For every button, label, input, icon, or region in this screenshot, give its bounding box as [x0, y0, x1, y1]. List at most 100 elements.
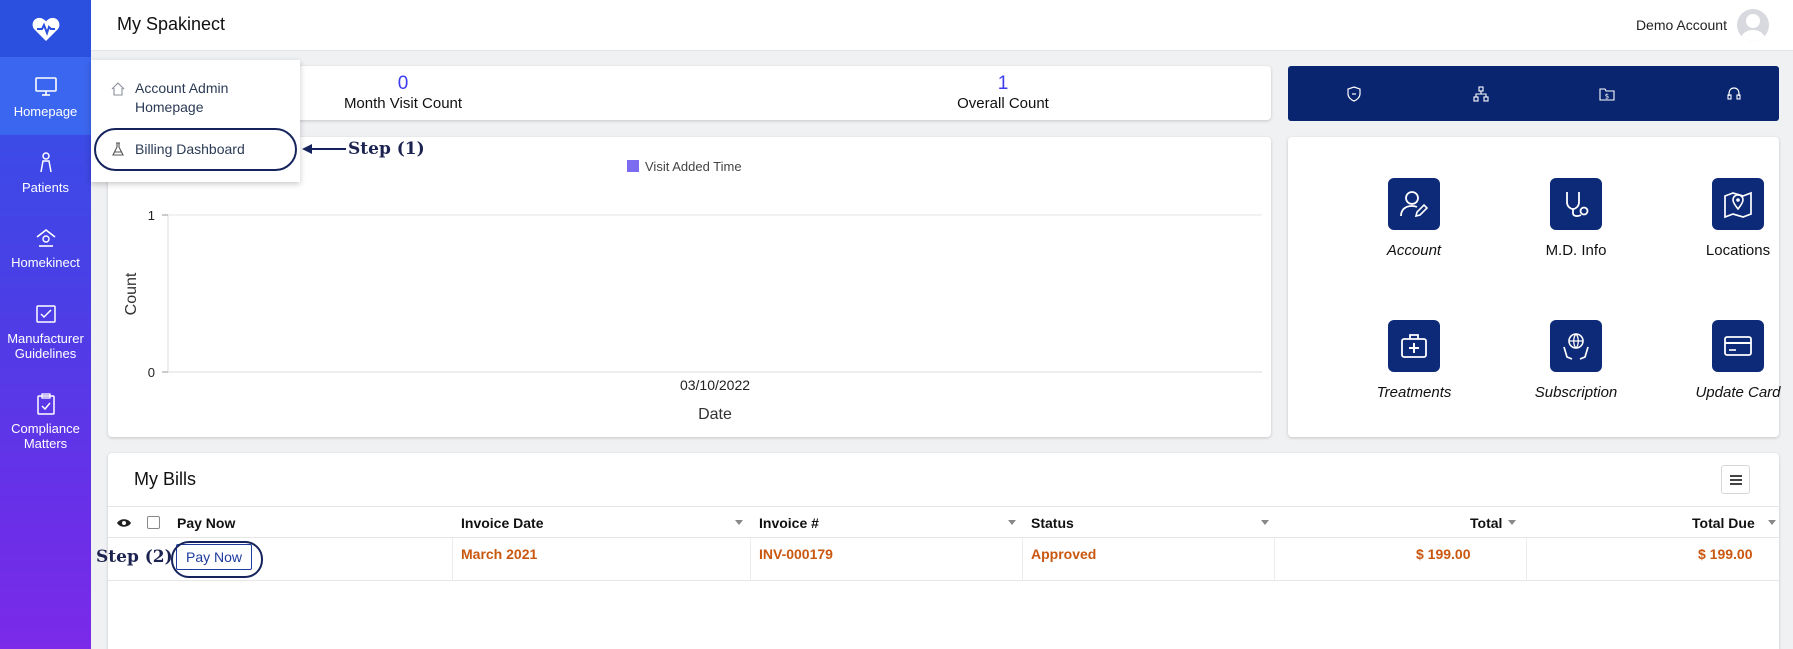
step1-label: Step (1) [348, 139, 425, 159]
checklist-icon [35, 301, 56, 327]
user-avatar-icon [1741, 14, 1765, 41]
table-header-row: Pay Now Invoice Date Invoice # Status To… [108, 506, 1779, 538]
sidebar-item-patients[interactable]: Patients [0, 135, 91, 210]
legend-swatch[interactable] [627, 160, 639, 172]
tile-locations[interactable]: Locations [1668, 178, 1793, 259]
tile-label: Account [1386, 242, 1442, 259]
column-divider [1274, 538, 1275, 581]
sidebar-item-label: Manufacturer Guidelines [7, 330, 84, 361]
sidebar-item-compliance-matters[interactable]: Compliance Matters [0, 376, 91, 466]
col-header-invoice-date[interactable]: Invoice Date [461, 515, 543, 531]
step2-highlight-circle [171, 541, 263, 578]
invoice-number-cell[interactable]: INV-000179 [759, 546, 833, 562]
sort-arrow-icon[interactable] [1768, 520, 1776, 525]
select-all-checkbox[interactable] [147, 516, 160, 529]
tile-account[interactable]: Account [1344, 178, 1484, 259]
tile-label: Subscription [1534, 384, 1618, 401]
visit-chart: Visit Added Time 1 0 03/10/2022 Date Cou… [123, 159, 1262, 423]
sort-arrow-icon[interactable] [735, 520, 743, 525]
sidebar-item-label: Patients [22, 180, 69, 195]
column-divider [452, 538, 453, 581]
overall-count-value: 1 [997, 73, 1009, 94]
sort-arrow-icon[interactable] [1261, 520, 1269, 525]
hamburger-icon [1729, 474, 1742, 485]
table-menu-button[interactable] [1721, 465, 1750, 494]
bills-title: My Bills [134, 469, 196, 489]
svg-text:$: $ [1605, 93, 1609, 101]
column-divider [1022, 538, 1023, 581]
y-axis-title: Count [123, 272, 140, 315]
col-header-invoice-number[interactable]: Invoice # [759, 515, 819, 531]
account-name: Demo Account [1635, 17, 1727, 33]
month-visit-label: Month Visit Count [343, 95, 463, 112]
overall-count-stat: 1 Overall Count [918, 73, 1088, 113]
col-header-pay-now: Pay Now [177, 515, 236, 531]
column-divider [1526, 538, 1527, 581]
tile-label: M.D. Info [1545, 242, 1607, 259]
tile-update-card[interactable]: Update Card [1668, 320, 1793, 401]
col-header-total-due[interactable]: Total Due [1692, 515, 1755, 531]
hierarchy-icon[interactable] [1473, 86, 1489, 102]
sidebar-item-label: Homekinect [11, 255, 80, 270]
headset-icon[interactable] [1726, 86, 1742, 102]
clipboard-check-icon [36, 391, 55, 417]
dollar-folder-icon[interactable]: $ [1599, 86, 1615, 102]
col-header-status[interactable]: Status [1031, 515, 1074, 531]
shortcuts-card: Account M.D. Info Locations Treatments S… [1288, 137, 1781, 437]
account-menu[interactable]: Demo Account [1636, 9, 1769, 41]
credit-card-icon [1712, 320, 1764, 372]
legend-label[interactable]: Visit Added Time [645, 159, 742, 174]
tile-subscription[interactable]: Subscription [1506, 320, 1646, 401]
page-title: My Spakinect [117, 14, 226, 34]
tile-label: Update Card [1695, 384, 1781, 401]
column-divider [750, 538, 751, 581]
y-tick-label: 0 [148, 365, 155, 380]
menu-item-account-admin-homepage[interactable]: Account Admin Homepage [111, 79, 285, 117]
person-icon [38, 150, 54, 176]
total-due-cell: $ 199.00 [1698, 546, 1753, 562]
month-visit-stat: 0 Month Visit Count [318, 73, 488, 113]
chart-card: Visit Added Time 1 0 03/10/2022 Date Cou… [108, 137, 1271, 437]
home-outline-icon [111, 82, 125, 96]
month-visit-value: 0 [397, 73, 409, 94]
avatar[interactable] [1737, 9, 1769, 41]
total-cell: $ 199.00 [1416, 546, 1471, 562]
monitor-icon [34, 74, 57, 100]
home-icon [35, 225, 57, 251]
step1-highlight-circle [94, 128, 297, 171]
sidebar-item-homepage[interactable]: Homepage [0, 57, 91, 135]
tile-md-info[interactable]: M.D. Info [1506, 178, 1646, 259]
step2-label: Step (2) [96, 547, 173, 567]
medical-kit-icon [1388, 320, 1440, 372]
sort-arrow-icon[interactable] [1008, 520, 1016, 525]
stethoscope-icon [1550, 178, 1602, 230]
map-pin-icon [1712, 178, 1764, 230]
sidebar-item-label: Homepage [13, 103, 78, 119]
x-axis-title: Date [698, 406, 732, 423]
sort-arrow-icon[interactable] [1508, 520, 1516, 525]
shield-icon[interactable] [1346, 86, 1362, 102]
sidebar-item-manufacturer-guidelines[interactable]: Manufacturer Guidelines [0, 285, 91, 376]
sidebar-item-homekinect[interactable]: Homekinect [0, 210, 91, 285]
x-tick-label: 03/10/2022 [680, 377, 750, 393]
status-cell: Approved [1031, 546, 1097, 562]
user-edit-icon [1388, 178, 1440, 230]
sidebar-item-label: Compliance Matters [11, 421, 80, 451]
quick-actions-bar: $ [1288, 66, 1779, 121]
menu-item-label: Account Admin Homepage [135, 80, 229, 115]
tile-label: Treatments [1376, 384, 1452, 401]
top-header: My Spakinect Demo Account [91, 0, 1793, 51]
heart-pulse-icon [32, 17, 59, 41]
step1-arrow [302, 144, 346, 154]
sidebar: Homepage Patients Homekinect Manufacture… [0, 0, 91, 649]
invoice-date-cell: March 2021 [461, 546, 538, 562]
eye-icon[interactable] [116, 517, 132, 529]
col-header-total[interactable]: Total [1470, 515, 1502, 531]
globe-hands-icon [1550, 320, 1602, 372]
y-tick-label: 1 [148, 208, 155, 223]
tile-treatments[interactable]: Treatments [1344, 320, 1484, 401]
table-row: Pay Now March 2021 INV-000179 Approved $… [108, 538, 1779, 581]
app-logo[interactable] [0, 0, 91, 57]
tile-label: Locations [1705, 242, 1771, 259]
overall-count-label: Overall Count [957, 95, 1049, 112]
